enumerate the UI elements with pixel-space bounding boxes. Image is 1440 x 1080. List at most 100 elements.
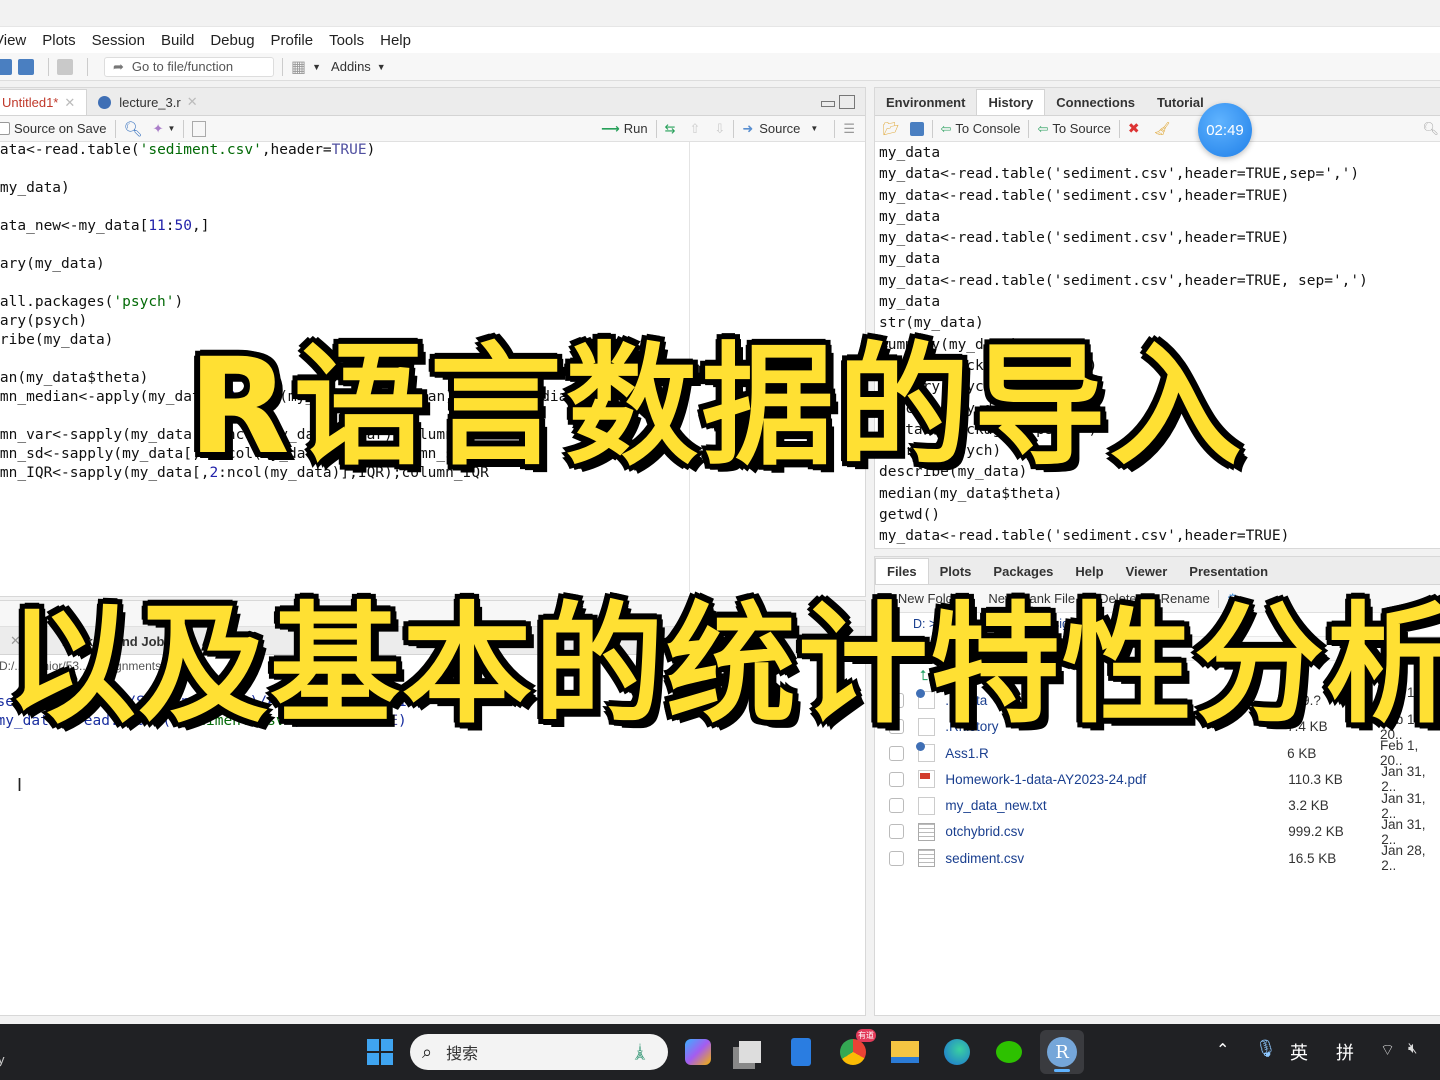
history-entry[interactable]: my_data<-read.table('sediment.csv',heade… [879, 164, 1440, 185]
ime-mode[interactable]: 拼 [1336, 1039, 1354, 1065]
history-entry[interactable]: getwd() [879, 505, 1440, 526]
save-history-icon[interactable] [909, 121, 924, 136]
history-entry[interactable]: my_data [879, 249, 1440, 270]
file-row[interactable]: my_data_new.txt 3.2 KB Jan 31, 2.. [875, 791, 1440, 821]
recording-timer[interactable]: 02:49 [1198, 103, 1252, 157]
code-line[interactable] [0, 160, 689, 179]
text-cursor-icon: I [17, 775, 23, 795]
menu-debug[interactable]: Debug [210, 32, 254, 49]
file-checkbox[interactable] [889, 850, 904, 866]
file-type-icon [917, 796, 936, 815]
code-line[interactable]: my_data<-read.table('sediment.csv',heade… [0, 141, 689, 160]
addins-menu[interactable]: Addins [331, 59, 371, 74]
history-entry[interactable]: my_data<-read.table('sediment.csv',heade… [879, 186, 1440, 207]
file-name[interactable]: sediment.csv [945, 851, 1288, 866]
microphone-icon[interactable]: 🎙︎ [1255, 1039, 1277, 1059]
file-type-icon [917, 849, 936, 868]
go-up-icon[interactable]: ⇧ [690, 121, 701, 137]
file-name[interactable]: otchybrid.csv [945, 824, 1288, 839]
code-tools-wand-icon[interactable]: ✦ [153, 121, 164, 137]
taskbar-search-input[interactable]: ⌕ 搜索 🗼︎ [410, 1034, 668, 1070]
history-entry[interactable]: my_data [879, 207, 1440, 228]
tab-untitled1[interactable]: Untitled1* ✕ [0, 89, 88, 115]
outline-icon[interactable]: ☰ [843, 121, 855, 137]
show-hidden-icons[interactable]: ⌃ [1216, 1040, 1229, 1060]
copilot-icon[interactable] [679, 1033, 717, 1071]
file-checkbox[interactable] [889, 771, 904, 787]
file-name[interactable]: Homework-1-data-AY2023-24.pdf [945, 772, 1288, 787]
file-row[interactable]: sediment.csv 16.5 KB Jan 28, 2.. [875, 843, 1440, 873]
code-line[interactable]: str(my_data) [0, 179, 689, 198]
file-checkbox[interactable] [889, 798, 904, 814]
close-icon[interactable]: ✕ [64, 95, 75, 111]
code-line[interactable]: summary(my_data) [0, 255, 689, 274]
code-line[interactable] [0, 236, 689, 255]
task-view-icon[interactable] [731, 1033, 769, 1071]
history-entry[interactable]: my_data<-read.table('sediment.csv',heade… [879, 526, 1440, 547]
maximize-pane-icon[interactable] [839, 95, 855, 109]
ime-language[interactable]: 英 [1290, 1039, 1308, 1065]
menu-view[interactable]: View [0, 32, 26, 49]
code-line[interactable] [0, 274, 689, 293]
separator [87, 57, 88, 76]
clear-history-icon[interactable]: 🧹︎ [1154, 121, 1171, 137]
tab-connections[interactable]: Connections [1045, 89, 1146, 115]
tab-environment[interactable]: Environment [875, 89, 976, 115]
file-size: 3.2 KB [1288, 798, 1329, 814]
menu-plots[interactable]: Plots [42, 32, 75, 49]
save-all-icon[interactable] [18, 58, 34, 75]
load-history-icon[interactable]: 📂︎ [883, 121, 900, 137]
save-icon[interactable] [0, 58, 12, 75]
history-entry[interactable]: my_data<-read.table('sediment.csv',heade… [879, 271, 1440, 292]
separator [1028, 119, 1030, 138]
chrome-icon[interactable]: 有道 [834, 1029, 876, 1071]
speaker-muted-icon[interactable]: 🔇︎ [1408, 1040, 1417, 1057]
file-checkbox[interactable] [889, 824, 904, 840]
minimize-pane-icon[interactable] [821, 101, 835, 107]
rerun-icon[interactable]: ⇆ [665, 121, 676, 137]
source-on-save-label[interactable]: Source on Save [14, 121, 107, 136]
tab-history[interactable]: History [976, 89, 1046, 115]
code-line[interactable] [0, 198, 689, 217]
print-icon[interactable] [57, 58, 73, 75]
addins-dropdown-icon[interactable]: ▼ [377, 62, 386, 72]
compile-report-icon[interactable] [192, 120, 207, 137]
menu-tools[interactable]: Tools [329, 32, 364, 49]
windows-taskbar: y ⌕ 搜索 🗼︎ 有道 R ⌃ 🎙︎ 英 拼 ⌔ 🔇︎ [0, 1024, 1440, 1080]
code-line[interactable]: my_data_new<-my_data[11:50,] [0, 217, 689, 236]
file-row[interactable]: otchybrid.csv 999.2 KB Jan 31, 2.. [875, 817, 1440, 847]
menu-profile[interactable]: Profile [271, 32, 314, 49]
source-dropdown-icon[interactable]: ▼ [810, 124, 818, 133]
source-button[interactable]: Source [759, 121, 800, 136]
file-row[interactable]: Homework-1-data-AY2023-24.pdf 110.3 KB Jan… [875, 764, 1440, 794]
history-entry[interactable]: my_data<-read.table('sediment.csv',heade… [879, 228, 1440, 249]
to-source-button[interactable]: To Source [1052, 121, 1111, 136]
edge-icon[interactable] [938, 1033, 976, 1071]
menu-session[interactable]: Session [92, 32, 145, 49]
menu-build[interactable]: Build [161, 32, 194, 49]
history-entry[interactable]: my_data [879, 143, 1440, 164]
start-button[interactable] [361, 1033, 399, 1071]
pane-layout-icon[interactable]: ▦ [291, 57, 306, 77]
menu-help[interactable]: Help [380, 32, 411, 49]
rstudio-icon[interactable]: R [1040, 1030, 1084, 1074]
file-explorer-icon[interactable] [886, 1033, 924, 1071]
goto-file-input[interactable]: ➦ Go to file/function [104, 56, 274, 77]
remove-entry-icon[interactable]: ✖ [1128, 120, 1140, 137]
go-down-icon[interactable]: ⇩ [714, 121, 725, 137]
to-console-button[interactable]: To Console [955, 121, 1020, 136]
wechat-icon[interactable] [990, 1033, 1028, 1071]
layout-dropdown-icon[interactable]: ▼ [312, 62, 321, 72]
tab-lecture-3[interactable]: lecture_3.r ✕ [87, 89, 208, 115]
search-icon[interactable]: 🔍︎ [124, 120, 143, 138]
run-button[interactable]: Run [624, 121, 648, 136]
wifi-icon[interactable]: ⌔ [1380, 1040, 1395, 1060]
to-console-icon: ⇦ [940, 120, 952, 136]
file-name[interactable]: my_data_new.txt [945, 798, 1288, 813]
wand-dropdown-icon[interactable]: ▼ [167, 124, 175, 133]
history-search-icon[interactable]: 🔍︎ [1422, 121, 1439, 137]
source-on-save-checkbox[interactable] [0, 122, 10, 135]
main-toolbar: ➦ Go to file/function ▦ ▼ Addins ▼ [0, 53, 1440, 81]
close-icon[interactable]: ✕ [187, 94, 198, 110]
notes-app-icon[interactable] [782, 1033, 820, 1071]
